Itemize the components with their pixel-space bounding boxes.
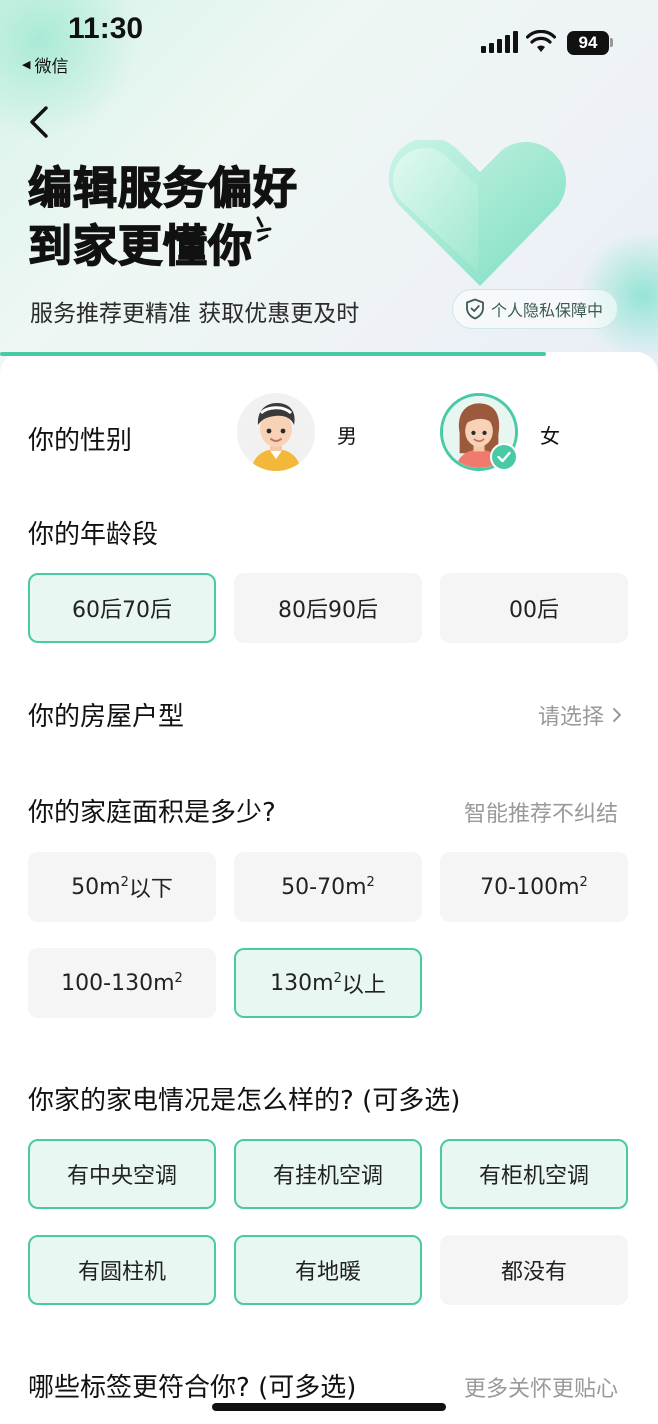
privacy-badge[interactable]: 个人隐私保障中: [452, 289, 619, 329]
gender-label: 你的性别: [28, 426, 133, 456]
tags-label: 哪些标签更符合你? (可多选): [28, 1373, 357, 1403]
male-label[interactable]: 男: [337, 420, 357, 449]
area-option-50-70[interactable]: 50-70m 2: [234, 852, 422, 922]
area-option-tail: 以下: [128, 877, 173, 902]
hero-banner: 11:30 ◀ 微信 94 编辑服务偏好 到家更懂你 服务推荐更精准 获取优惠更…: [0, 0, 658, 380]
area-option-tail: 以上: [341, 973, 386, 998]
signal-icon: [481, 31, 518, 53]
female-label[interactable]: 女: [540, 420, 560, 449]
back-app-label: 微信: [34, 57, 69, 77]
age-option-80s90s[interactable]: 80后90后: [234, 573, 422, 643]
tags-hint: 更多关怀更贴心: [464, 1377, 619, 1402]
house-type-label: 你的房屋户型: [28, 702, 185, 732]
male-avatar-icon: [237, 393, 315, 471]
area-hint: 智能推荐不纠结: [464, 802, 619, 827]
area-option-text: 130m: [270, 970, 334, 996]
area-option-text: 100-130m: [61, 970, 175, 996]
appliance-cabinet-ac[interactable]: 有柜机空调: [440, 1139, 628, 1209]
back-to-wechat[interactable]: ◀ 微信: [22, 52, 68, 77]
area-option-70-100[interactable]: 70-100m 2: [440, 852, 628, 922]
male-avatar[interactable]: [237, 393, 315, 471]
shield-check-icon: [466, 298, 484, 320]
age-option-00s[interactable]: 00后: [440, 573, 628, 643]
area-option-text: 50m: [71, 874, 121, 900]
chevron-right-icon: [613, 708, 622, 722]
appliance-floor-heating[interactable]: 有地暖: [234, 1235, 422, 1305]
area-option-text: 70-100m: [480, 874, 580, 900]
battery-icon: 94: [567, 31, 609, 55]
house-type-placeholder: 请选择: [538, 705, 605, 730]
area-option-100-130[interactable]: 100-130m 2: [28, 948, 216, 1018]
status-bar: 11:30 ◀ 微信 94: [0, 0, 658, 80]
age-label: 你的年龄段: [28, 520, 159, 550]
area-option-over-130[interactable]: 130m 2 以上: [234, 948, 422, 1018]
back-triangle-icon: ◀: [22, 58, 31, 71]
title-line-1: 编辑服务偏好: [27, 162, 298, 214]
status-time: 11:30: [68, 12, 144, 45]
hero-subtitle: 服务推荐更精准 获取优惠更及时: [30, 301, 360, 327]
appliance-cylinder-ac[interactable]: 有圆柱机: [28, 1235, 216, 1305]
appliance-central-ac[interactable]: 有中央空调: [28, 1139, 216, 1209]
area-option-text: 50-70m: [281, 874, 367, 900]
battery-tip: [610, 38, 613, 47]
wifi-icon: [526, 30, 556, 52]
female-selected-check-icon: [490, 443, 518, 471]
area-label: 你的家庭面积是多少?: [28, 798, 276, 828]
sparkle-icon: [256, 216, 272, 242]
appliance-wall-ac[interactable]: 有挂机空调: [234, 1139, 422, 1209]
heart-illustration: [388, 140, 566, 286]
house-type-select[interactable]: 请选择: [538, 699, 622, 731]
back-arrow-icon[interactable]: [22, 102, 58, 142]
age-option-60s70s[interactable]: 60后70后: [28, 573, 216, 643]
appliances-label: 你家的家电情况是怎么样的? (可多选): [28, 1086, 461, 1116]
area-option-under-50[interactable]: 50m 2 以下: [28, 852, 216, 922]
home-indicator: [212, 1403, 446, 1411]
progress-bar: [0, 352, 546, 356]
appliance-none[interactable]: 都没有: [440, 1235, 628, 1305]
privacy-label: 个人隐私保障中: [491, 301, 604, 320]
